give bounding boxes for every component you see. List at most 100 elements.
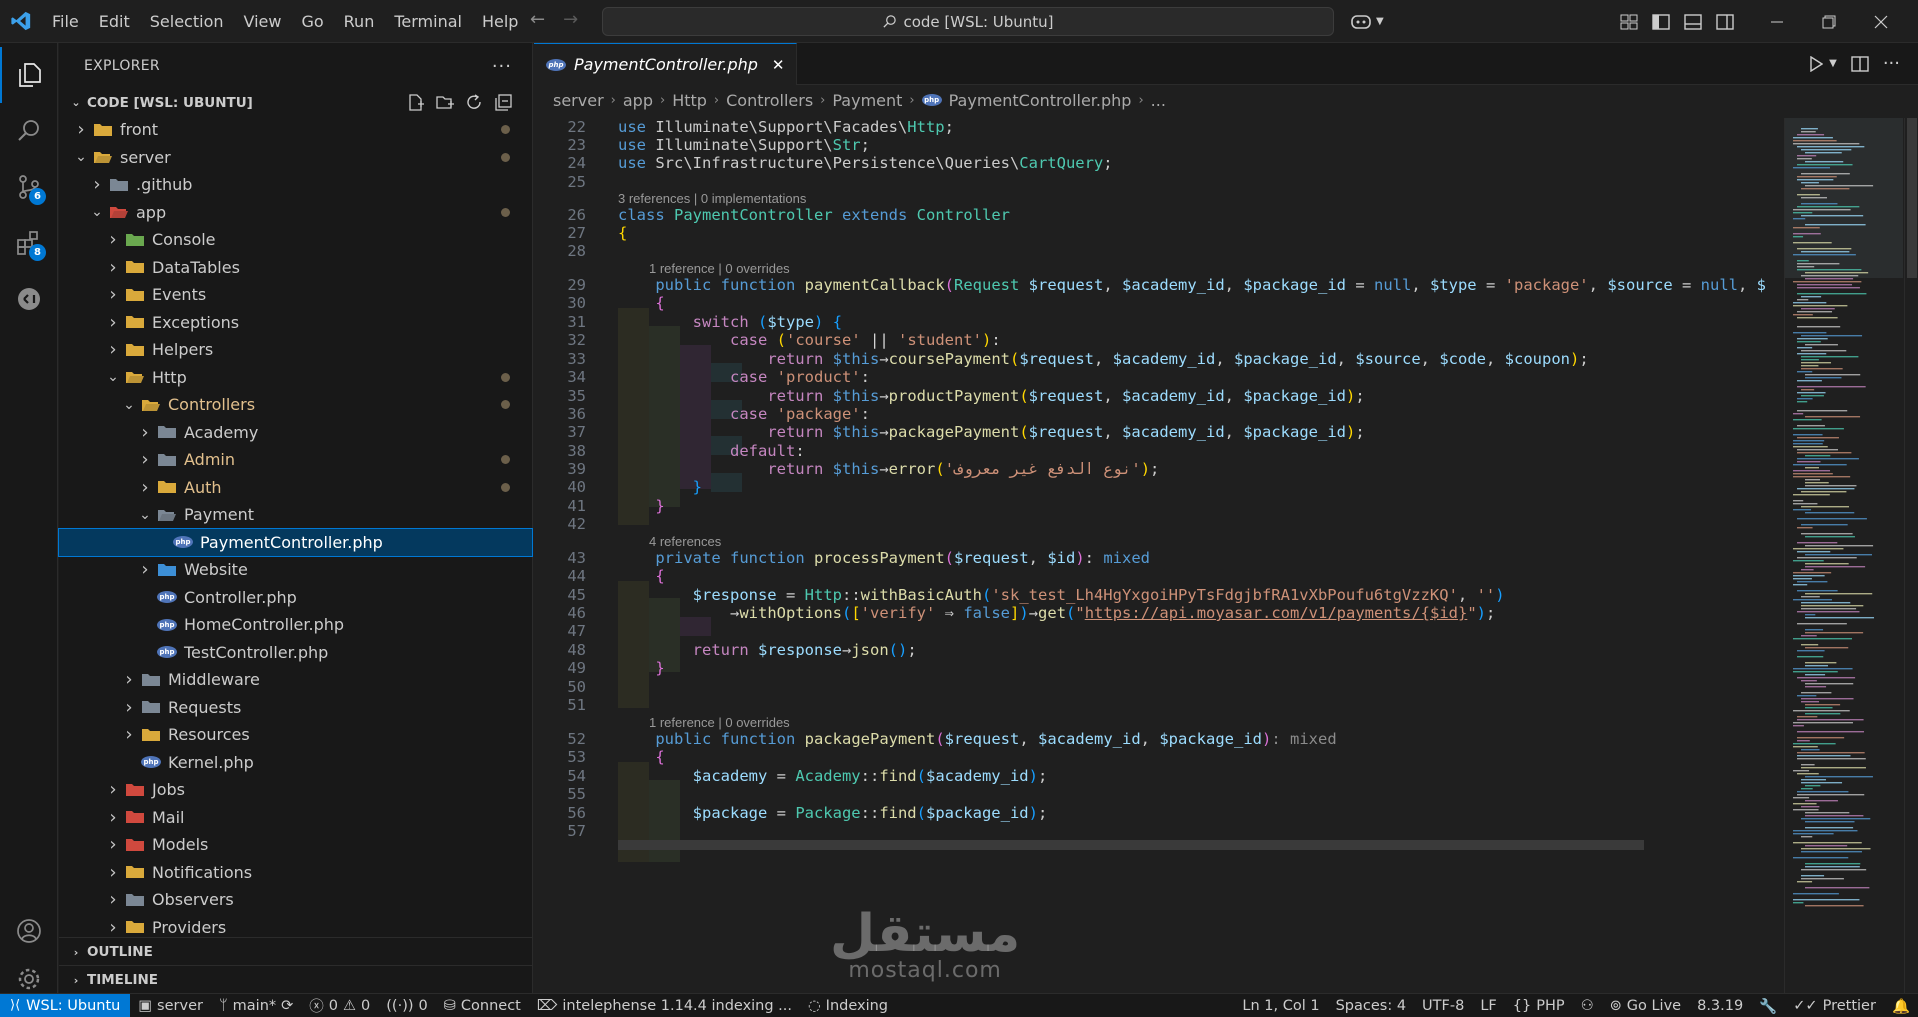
api-url-link[interactable]: https://api.moyasar.com/v1/payments/{$id… [1085, 604, 1468, 622]
collapse-all-icon[interactable] [495, 94, 512, 111]
folder-item[interactable]: › Helpers [59, 336, 532, 364]
run-play-icon[interactable] [1809, 55, 1824, 72]
timeline-section[interactable]: › TIMELINE [59, 965, 533, 993]
folder-status[interactable]: ▣ server [130, 998, 211, 1014]
folder-item[interactable]: › DataTables [59, 254, 532, 282]
more-actions-icon[interactable]: ··· [492, 56, 512, 77]
branch-status[interactable]: ᛘ main* ⟳ [211, 998, 301, 1014]
folder-item[interactable]: ⌄ app [59, 199, 532, 227]
breadcrumb-payment[interactable]: Payment [832, 91, 902, 110]
more-actions-icon[interactable]: ··· [1883, 53, 1900, 74]
restore-icon[interactable] [1822, 15, 1836, 29]
remote-indicator[interactable]: ⟩⟨ WSL: Ubuntu [0, 993, 131, 1017]
new-folder-icon[interactable] [436, 94, 454, 111]
file-item[interactable]: php TestController.php [59, 639, 532, 667]
file-item[interactable]: php PaymentController.php [58, 527, 533, 557]
vertical-scrollbar[interactable] [1904, 118, 1918, 993]
back-arrow-icon[interactable]: ← [530, 9, 545, 30]
folder-item[interactable]: › Website [59, 556, 532, 584]
connect-status[interactable]: ⛁ Connect [436, 998, 529, 1014]
tab-paymentcontroller[interactable]: php PaymentController.php ✕ [534, 43, 798, 85]
folder-item[interactable]: › Exceptions [59, 309, 532, 337]
close-window-icon[interactable] [1874, 15, 1888, 29]
toggle-panel-icon[interactable] [1684, 13, 1702, 30]
go-live[interactable]: ⊚ Go Live [1602, 998, 1689, 1014]
copilot-status-icon[interactable]: ⚇ [1573, 998, 1602, 1014]
ports-status[interactable]: ((·)) 0 [378, 998, 435, 1014]
intelephense-status[interactable]: ⌦ intelephense 1.14.4 indexing ... [529, 998, 800, 1014]
menu-edit[interactable]: Edit [89, 0, 140, 43]
folder-item[interactable]: ⌄ Http [59, 364, 532, 392]
language-mode[interactable]: {} PHP [1505, 998, 1573, 1014]
menu-help[interactable]: Help [472, 0, 528, 43]
close-tab-icon[interactable]: ✕ [772, 56, 785, 74]
folder-item[interactable]: ⌄ Controllers [59, 391, 532, 419]
customize-layout-icon[interactable] [1620, 14, 1638, 30]
folder-item[interactable]: ⌄ server [59, 144, 532, 172]
toggle-secondary-sidebar-icon[interactable] [1716, 13, 1734, 30]
breadcrumb-server[interactable]: server [553, 91, 604, 110]
folder-item[interactable]: › Jobs [59, 776, 532, 804]
source-control-icon[interactable]: 6 [0, 159, 58, 215]
codelens-callback[interactable]: 1 reference | 0 overrides [649, 261, 790, 276]
chevron-down-icon[interactable]: ▼ [1376, 16, 1384, 27]
new-file-icon[interactable] [407, 94, 424, 111]
folder-item[interactable]: › Notifications [59, 859, 532, 887]
folder-item[interactable]: › Requests [59, 694, 532, 722]
folder-item[interactable]: › Resources [59, 721, 532, 749]
folder-item[interactable]: › Console [59, 226, 532, 254]
menu-run[interactable]: Run [334, 0, 385, 43]
refresh-icon[interactable] [466, 94, 483, 111]
toggle-primary-sidebar-icon[interactable] [1652, 13, 1670, 30]
indentation[interactable]: Spaces: 4 [1328, 998, 1414, 1014]
php-version[interactable]: 8.3.19 [1689, 998, 1751, 1014]
folder-item[interactable]: › .github [59, 171, 532, 199]
breadcrumb-file[interactable]: PaymentController.php [949, 91, 1132, 110]
codelens-class[interactable]: 3 references | 0 implementations [618, 191, 806, 206]
command-center[interactable]: code [WSL: Ubuntu] [602, 7, 1334, 36]
outline-section[interactable]: › OUTLINE [59, 937, 533, 965]
folder-item[interactable]: › front [59, 116, 532, 144]
folder-item[interactable]: › Events [59, 281, 532, 309]
sync-icon[interactable]: ⟳ [281, 998, 293, 1014]
explorer-icon[interactable] [0, 47, 58, 103]
breadcrumb-app[interactable]: app [623, 91, 653, 110]
folder-item[interactable]: › Admin [59, 446, 532, 474]
file-item[interactable]: php Controller.php [59, 584, 532, 612]
copilot-icon[interactable] [1350, 13, 1372, 31]
file-item[interactable]: php HomeController.php [59, 611, 532, 639]
problems-status[interactable]: ⓧ 0 ⚠ 0 [301, 995, 378, 1016]
folder-item[interactable]: › Academy [59, 419, 532, 447]
minimap[interactable] [1784, 118, 1903, 993]
breadcrumb-symbol[interactable]: ... [1151, 91, 1166, 110]
workspace-root-header[interactable]: ⌄ CODE [WSL: UBUNTU] [59, 89, 532, 116]
breadcrumb-http[interactable]: Http [672, 91, 707, 110]
codelens-process[interactable]: 4 references [649, 534, 721, 549]
folder-item[interactable]: › Mail [59, 804, 532, 832]
menu-terminal[interactable]: Terminal [384, 0, 472, 43]
chevron-down-icon[interactable]: ▼ [1829, 58, 1837, 69]
extensions-icon[interactable]: 8 [0, 215, 58, 271]
notifications-bell-icon[interactable]: 🔔 [1884, 998, 1918, 1015]
split-editor-icon[interactable] [1851, 55, 1869, 72]
codelens-package[interactable]: 1 reference | 0 overrides [649, 715, 790, 730]
menu-view[interactable]: View [234, 0, 292, 43]
code-editor[interactable]: 22 23 24 25 26 27 28 29 30 31 32 33 34 3… [534, 118, 1784, 993]
folder-item[interactable]: ⌄ Payment [59, 501, 532, 529]
menu-go[interactable]: Go [291, 0, 333, 43]
breadcrumb-controllers[interactable]: Controllers [726, 91, 813, 110]
end-of-line[interactable]: LF [1472, 998, 1504, 1014]
horizontal-scrollbar[interactable] [618, 840, 1644, 850]
search-icon[interactable] [0, 103, 58, 159]
prettier-status[interactable]: ✓✓ Prettier [1785, 998, 1884, 1014]
encoding[interactable]: UTF-8 [1414, 998, 1472, 1014]
wrench-icon[interactable]: 🔧 [1751, 998, 1785, 1015]
folder-item[interactable]: › Auth [59, 474, 532, 502]
remote-explorer-icon[interactable] [0, 271, 58, 327]
minimize-icon[interactable] [1770, 15, 1784, 29]
folder-item[interactable]: › Middleware [59, 666, 532, 694]
forward-arrow-icon[interactable]: → [563, 9, 578, 30]
folder-item[interactable]: › Observers [59, 886, 532, 914]
menu-file[interactable]: File [42, 0, 89, 43]
menu-selection[interactable]: Selection [140, 0, 234, 43]
